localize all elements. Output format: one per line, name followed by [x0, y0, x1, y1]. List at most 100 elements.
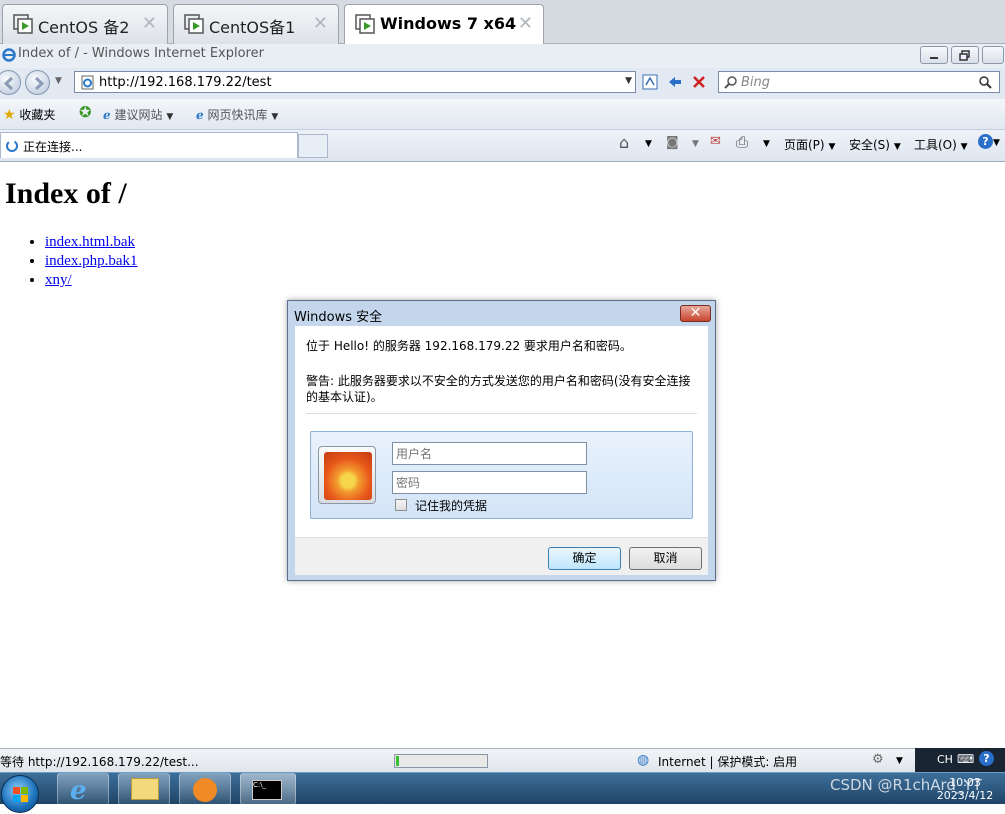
chevron-down-icon[interactable]: ▼ — [896, 756, 903, 766]
favorites-button[interactable]: ★ 收藏夹 — [3, 106, 55, 123]
help-icon[interactable]: ? — [979, 751, 994, 766]
chevron-down-icon: ▼ — [893, 142, 901, 152]
favorites-item-suggested-sites[interactable]: ℯ 建议网站 ▼ — [103, 106, 173, 123]
chevron-down-icon[interactable]: ▼ — [692, 139, 699, 149]
command-bar: 正在连接... ⌂ ▼ ◙ ▼ ✉ ⎙ ▼ 页面(P) ▼ 安全(S) ▼ 工具… — [0, 130, 1005, 162]
cancel-button[interactable]: 取消 — [629, 547, 702, 570]
safety-menu[interactable]: 安全(S) ▼ — [849, 136, 901, 153]
favorites-item-label: 建议网站 — [114, 108, 163, 122]
vm-tab-label: CentOS备1 — [209, 18, 296, 37]
file-link[interactable]: index.html.bak — [45, 234, 135, 250]
address-row: ▼ http://192.168.179.22/test ▼ Bing — [0, 68, 1005, 99]
dialog-message: 位于 Hello! 的服务器 192.168.179.22 要求用户名和密码。 — [306, 339, 632, 353]
star-icon: ★ — [3, 107, 16, 123]
tools-menu[interactable]: 工具(O) ▼ — [914, 136, 968, 153]
vm-icon — [13, 14, 33, 34]
ie-icon: ℯ — [70, 776, 87, 806]
page-menu[interactable]: 页面(P) ▼ — [784, 136, 835, 153]
minimize-button[interactable] — [920, 46, 948, 64]
page-menu-label: 页面(P) — [784, 138, 825, 152]
vm-icon — [355, 14, 375, 34]
chevron-down-icon[interactable]: ▼ — [625, 76, 632, 86]
address-text: http://192.168.179.22/test — [99, 75, 272, 90]
refresh-icon[interactable] — [665, 73, 685, 91]
search-go-icon[interactable] — [978, 75, 993, 90]
password-field[interactable] — [392, 471, 587, 494]
vm-tab-windows7[interactable]: Windows 7 x64 ✕ — [344, 4, 544, 45]
browser-tab[interactable]: 正在连接... — [0, 132, 298, 158]
restore-button[interactable] — [951, 46, 979, 64]
close-window-button[interactable] — [982, 46, 1004, 64]
media-player-icon — [193, 778, 217, 802]
help-icon: ? — [978, 134, 993, 149]
dialog-body: 位于 Hello! 的服务器 192.168.179.22 要求用户名和密码。 … — [295, 326, 708, 537]
add-favorite-icon[interactable]: ✪ — [79, 103, 92, 121]
cmd-icon: C:\_ — [252, 780, 282, 800]
new-tab-button[interactable] — [298, 134, 328, 158]
search-icon — [724, 76, 737, 89]
home-icon[interactable]: ⌂ — [619, 133, 629, 152]
chevron-down-icon[interactable]: ▼ — [763, 139, 770, 149]
chevron-down-icon: ▼ — [271, 112, 279, 122]
feeds-icon[interactable]: ◙ — [666, 135, 679, 150]
remember-label: 记住我的凭据 — [415, 499, 488, 513]
close-icon[interactable]: ✕ — [142, 13, 157, 34]
page-icon — [81, 75, 94, 90]
loading-icon — [6, 140, 18, 152]
taskbar-cmd[interactable]: C:\_ — [240, 773, 296, 805]
favorites-bar: ★ 收藏夹 ✪ ℯ 建议网站 ▼ ℯ 网页快讯库 ▼ — [0, 99, 1005, 130]
file-link[interactable]: index.php.bak1 — [45, 253, 137, 269]
ok-button[interactable]: 确定 — [548, 547, 621, 570]
dialog-warning-line-1: 警告: 此服务器要求以不安全的方式发送您的用户名和密码(没有安全连接 — [306, 374, 691, 388]
username-field[interactable] — [392, 442, 587, 465]
file-list: index.html.bak index.php.bak1 xny/ — [20, 233, 137, 290]
help-menu[interactable]: ? ▼ — [978, 134, 1000, 149]
dialog-footer: 确定 取消 — [295, 537, 708, 575]
security-dialog: Windows 安全 ✕ 位于 Hello! 的服务器 192.168.179.… — [287, 300, 716, 581]
keyboard-icon[interactable]: ⌨ — [957, 752, 974, 766]
windows-logo-icon — [13, 787, 28, 802]
dialog-close-button[interactable]: ✕ — [680, 305, 711, 322]
zoom-icon[interactable]: ⚙ — [872, 752, 884, 767]
chevron-down-icon: ▼ — [828, 142, 836, 152]
list-item: xny/ — [45, 271, 137, 290]
close-icon[interactable]: ✕ — [518, 13, 533, 34]
print-icon[interactable]: ⎙ — [736, 133, 748, 151]
vm-tab-centos-1[interactable]: CentOS备1 ✕ — [173, 4, 339, 44]
restore-icon — [959, 50, 970, 61]
address-bar[interactable]: http://192.168.179.22/test ▼ — [74, 71, 636, 93]
mail-icon[interactable]: ✉ — [710, 134, 721, 149]
list-item: index.html.bak — [45, 233, 137, 252]
list-item: index.php.bak1 — [45, 252, 137, 271]
favorites-item-label: 网页快讯库 — [207, 108, 268, 122]
taskbar-explorer[interactable] — [118, 773, 170, 805]
compatibility-view-icon[interactable] — [641, 73, 659, 91]
stop-icon[interactable] — [690, 73, 708, 91]
remember-checkbox[interactable] — [395, 499, 407, 511]
favorites-item-web-slices[interactable]: ℯ 网页快讯库 ▼ — [196, 106, 278, 123]
back-button[interactable] — [0, 70, 21, 95]
browser-title-bar: Index of / - Windows Internet Explorer — [0, 44, 1005, 68]
taskbar-ie[interactable]: ℯ — [57, 773, 109, 806]
vm-tab-label: Windows 7 x64 — [380, 14, 517, 33]
search-input[interactable]: Bing — [718, 71, 1000, 93]
ie-icon: ℯ — [196, 108, 204, 122]
globe-icon: ◍ — [637, 752, 650, 768]
taskbar-media-player[interactable] — [179, 773, 231, 805]
vm-tab-label: CentOS 备2 — [38, 18, 130, 37]
file-link[interactable]: xny/ — [45, 272, 72, 288]
chevron-down-icon[interactable]: ▼ — [55, 76, 62, 86]
forward-button[interactable] — [25, 70, 50, 95]
user-avatar — [318, 446, 376, 504]
chevron-down-icon: ▼ — [960, 142, 968, 152]
language-indicator[interactable]: CH — [937, 753, 953, 766]
close-icon[interactable]: ✕ — [313, 13, 328, 34]
close-icon: ✕ — [689, 305, 702, 321]
vm-tab-centos-2[interactable]: CentOS 备2 ✕ — [2, 4, 168, 44]
minimize-icon — [930, 57, 938, 59]
ie-icon: ℯ — [103, 108, 111, 122]
favorites-label: 收藏夹 — [19, 108, 56, 122]
chevron-down-icon[interactable]: ▼ — [645, 139, 652, 149]
security-zone[interactable]: Internet | 保护模式: 启用 — [658, 753, 797, 770]
start-button[interactable] — [1, 775, 39, 813]
